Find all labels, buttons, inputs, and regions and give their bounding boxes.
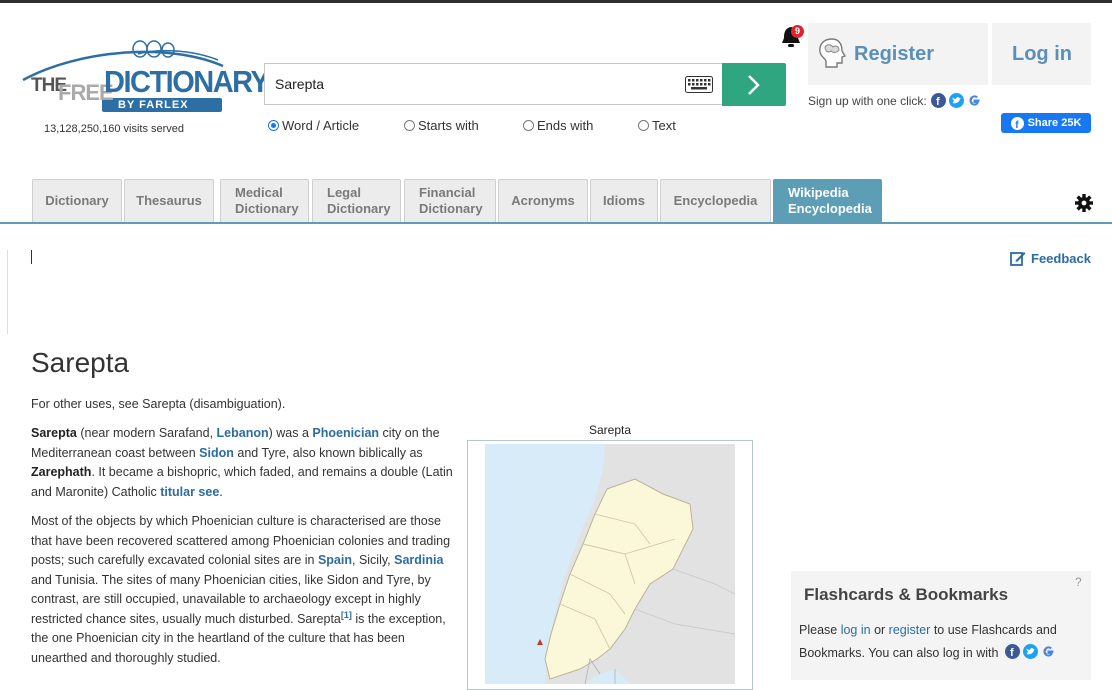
- tab-label: Financial Dictionary: [419, 185, 483, 216]
- tab-legal-dictionary[interactable]: Legal Dictionary: [312, 179, 401, 222]
- radio-label: Word / Article: [282, 118, 360, 133]
- login-label: Log in: [1012, 43, 1072, 65]
- tab-label: Encyclopedia: [673, 193, 758, 208]
- article-paragraph-1: Sarepta (near modern Sarafand, Lebanon) …: [31, 424, 461, 502]
- tab-idioms[interactable]: Idioms: [590, 179, 658, 222]
- flashcards-title: Flashcards & Bookmarks: [804, 585, 1009, 604]
- signup-text: Sign up with one click:: [808, 93, 927, 108]
- one-click-signup: Sign up with one click: f: [808, 93, 982, 108]
- feedback-link[interactable]: Feedback: [1010, 250, 1091, 266]
- keyboard-icon[interactable]: [685, 76, 713, 93]
- login-button[interactable]: Log in: [992, 23, 1091, 85]
- svg-text:f: f: [936, 96, 940, 108]
- radio-label: Starts with: [418, 118, 479, 133]
- tab-label: Dictionary: [45, 193, 109, 208]
- search-button[interactable]: [722, 63, 786, 106]
- tab-label: Legal Dictionary: [327, 185, 391, 216]
- text: ) was a: [268, 426, 313, 440]
- link-sardinia[interactable]: Sardinia: [394, 553, 443, 567]
- twitter-icon[interactable]: [948, 93, 964, 108]
- flashcards-panel: Flashcards & Bookmarks ? Please log in o…: [791, 571, 1091, 680]
- facebook-icon[interactable]: f: [1004, 644, 1020, 659]
- notifications-bell[interactable]: 9: [778, 22, 808, 52]
- radio-ends-with[interactable]: Ends with: [523, 118, 593, 133]
- tab-label: Idioms: [603, 193, 645, 208]
- tab-label: Thesaurus: [136, 193, 202, 208]
- link-titular-see[interactable]: titular see: [160, 485, 219, 499]
- share-label: Share 25K: [1027, 117, 1082, 129]
- radio-word-article[interactable]: Word / Article: [268, 118, 359, 133]
- text: or: [870, 623, 889, 637]
- register-button[interactable]: Register: [808, 23, 988, 85]
- text: .: [219, 484, 223, 499]
- tab-label: Wikipedia Encyclopedia: [788, 185, 872, 216]
- tab-thesaurus[interactable]: Thesaurus: [124, 179, 214, 222]
- logo-dictionary: DICTIONARY: [104, 66, 270, 100]
- brain-icon: [819, 38, 847, 68]
- notification-count-badge: 9: [791, 25, 804, 38]
- facebook-share-button[interactable]: f Share 25K: [1001, 113, 1091, 133]
- text-cursor: [31, 250, 32, 264]
- disambiguation-note: For other uses, see Sarepta (disambiguat…: [31, 397, 286, 411]
- facebook-icon: f: [1010, 116, 1024, 130]
- tab-dictionary[interactable]: Dictionary: [32, 179, 122, 222]
- text: (near modern Sarafand,: [76, 426, 217, 440]
- search-input[interactable]: [275, 64, 665, 104]
- top-border: [0, 0, 1112, 3]
- tab-acronyms[interactable]: Acronyms: [498, 179, 588, 222]
- help-icon[interactable]: ?: [1075, 575, 1082, 589]
- visits-counter: 13,128,250,160 visits served: [44, 123, 185, 135]
- link-phoenician[interactable]: Phoenician: [312, 426, 379, 440]
- article-title: Sarepta: [31, 347, 130, 378]
- logo-byline: BY FARLEX: [118, 99, 189, 111]
- tab-wikipedia-encyclopedia[interactable]: Wikipedia Encyclopedia: [773, 179, 882, 222]
- tab-encyclopedia[interactable]: Encyclopedia: [660, 179, 771, 222]
- google-icon[interactable]: [966, 93, 982, 108]
- reference-link[interactable]: [1]: [341, 609, 352, 619]
- text: . It became a bishopric, which faded, an…: [31, 465, 453, 499]
- feedback-label: Feedback: [1031, 250, 1091, 266]
- twitter-icon[interactable]: [1022, 644, 1038, 659]
- search-box: [264, 63, 722, 105]
- radio-dot[interactable]: [638, 120, 649, 131]
- link-sidon[interactable]: Sidon: [199, 446, 234, 460]
- svg-text:f: f: [1010, 647, 1014, 659]
- link-spain[interactable]: Spain: [318, 553, 352, 567]
- location-map[interactable]: [485, 444, 735, 684]
- text: , Sicily,: [352, 553, 395, 567]
- radio-starts-with[interactable]: Starts with: [404, 118, 479, 133]
- tab-medical-dictionary[interactable]: Medical Dictionary: [220, 179, 309, 222]
- term-sarepta: Sarepta: [31, 426, 77, 440]
- tab-underline: [0, 222, 1112, 224]
- google-icon[interactable]: [1041, 644, 1056, 659]
- facebook-icon[interactable]: f: [930, 93, 946, 108]
- left-panel-edge: [0, 250, 8, 334]
- flashcards-register-link[interactable]: register: [889, 623, 931, 637]
- link-lebanon[interactable]: Lebanon: [217, 426, 269, 440]
- tab-label: Acronyms: [511, 193, 575, 208]
- radio-text[interactable]: Text: [638, 118, 676, 133]
- radio-dot[interactable]: [523, 120, 534, 131]
- flashcards-text: Please log in or register to use Flashca…: [799, 619, 1089, 665]
- radio-dot[interactable]: [404, 120, 415, 131]
- chevron-right-icon: [748, 74, 760, 95]
- radio-label: Ends with: [537, 118, 594, 133]
- radio-label: Text: [652, 118, 676, 133]
- infobox-title: Sarepta: [588, 423, 632, 437]
- text: and Tyre, also known biblically as: [233, 445, 423, 460]
- text: Please: [799, 623, 841, 637]
- tab-label: Medical Dictionary: [235, 185, 299, 216]
- flashcards-login-link[interactable]: log in: [841, 623, 871, 637]
- site-logo[interactable]: THE FREE DICTIONARY BY FARLEX: [18, 38, 270, 120]
- radio-dot[interactable]: [268, 120, 279, 131]
- article-paragraph-2: Most of the objects by which Phoenician …: [31, 512, 461, 668]
- term-zarephath: Zarephath: [31, 465, 92, 479]
- tab-financial-dictionary[interactable]: Financial Dictionary: [404, 179, 496, 222]
- edit-icon: [1010, 252, 1026, 266]
- register-label: Register: [854, 43, 935, 65]
- gear-icon[interactable]: [1075, 194, 1093, 212]
